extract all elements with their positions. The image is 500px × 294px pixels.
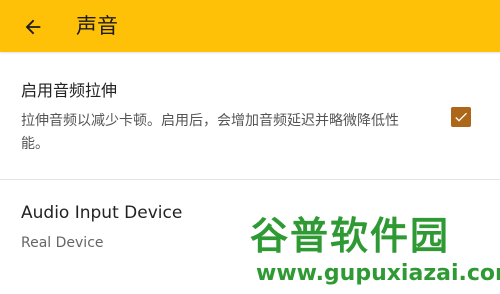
setting-audio-stretch[interactable]: 启用音频拉伸 拉伸音频以减少卡顿。启用后，会增加音频延迟并略微降低性能。 — [0, 52, 500, 180]
page-title: 声音 — [76, 14, 118, 38]
setting-title: Audio Input Device — [21, 203, 183, 223]
setting-description: 拉伸音频以减少卡顿。启用后，会增加音频延迟并略微降低性能。 — [21, 113, 399, 152]
setting-title: 启用音频拉伸 — [21, 81, 118, 100]
setting-value: Real Device — [21, 235, 104, 251]
watermark-title: 谷普软件园 — [250, 214, 451, 258]
back-button[interactable] — [16, 10, 50, 44]
audio-stretch-checkbox[interactable] — [451, 107, 471, 127]
checkmark-icon — [455, 112, 467, 122]
watermark: 谷普软件园 www.gupuxiazai.com — [246, 206, 500, 294]
arrow-left-icon — [25, 19, 41, 35]
app-bar: 声音 — [0, 0, 500, 52]
watermark-url: www.gupuxiazai.com — [256, 261, 500, 286]
